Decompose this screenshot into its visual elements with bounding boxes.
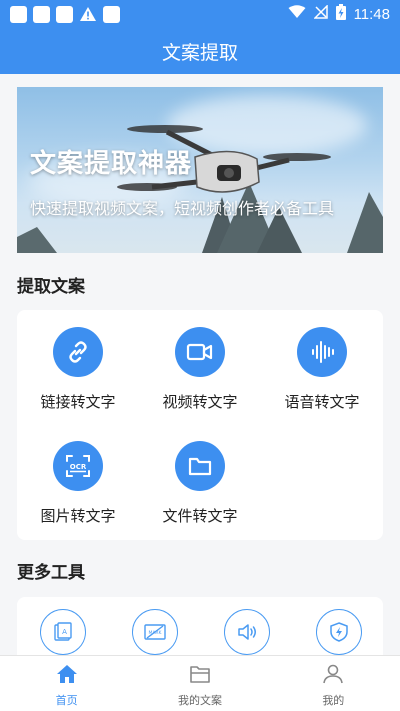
tool-label: 图片转文字 [40,507,116,525]
section-title-extract: 提取文案 [17,277,85,297]
tool-image-to-text[interactable]: OCR 图片转文字 [23,441,133,526]
folder-icon [175,441,225,491]
notification-icon [56,5,73,23]
tab-my-copy[interactable]: 我的文案 [133,656,266,711]
link-icon [53,327,103,377]
svg-text:MARK: MARK [148,630,162,636]
hero-banner[interactable]: 文案提取神器 快速提取视频文案，短视频创作者必备工具 [17,87,383,253]
page-title: 文案提取 [161,41,238,64]
tab-label: 我的文案 [177,694,222,707]
tool-label: 链接转文字 [40,393,116,411]
speaker-icon[interactable] [224,609,270,655]
shield-bolt-icon[interactable] [316,609,362,655]
banner-title: 文案提取神器 [30,149,193,179]
warning-icon [79,6,97,22]
tab-label: 我的 [322,694,345,707]
video-camera-icon [175,327,225,377]
tab-profile[interactable]: 我的 [267,656,400,711]
battery-charging-icon [335,4,346,24]
svg-text:A: A [62,628,67,636]
bottom-tab-bar: 首页 我的文案 我的 [0,655,400,711]
tool-link-to-text[interactable]: 链接转文字 [23,327,133,412]
tool-label: 文件转文字 [162,507,238,525]
wifi-icon [288,5,306,23]
tool-audio-to-text[interactable]: 语音转文字 [267,327,377,412]
extract-tools-card: 链接转文字 视频转文字 语音转文字 OCR 图片转文字 文件转文字 [17,310,383,540]
tool-file-to-text[interactable]: 文件转文字 [145,441,255,526]
user-icon [322,664,344,688]
no-signal-icon [312,4,328,23]
tab-label: 首页 [55,694,78,707]
clock-time: 11:48 [353,5,390,23]
tool-label: 视频转文字 [162,393,238,411]
section-title-more-tools: 更多工具 [17,563,85,583]
ocr-scan-icon: OCR [53,441,103,491]
banner-subtitle: 快速提取视频文案，短视频创作者必备工具 [30,199,335,218]
status-bar: 11:48 [0,0,400,28]
notification-icon [33,5,50,23]
notification-icon [103,5,120,23]
watermark-remove-icon[interactable]: MARK [132,609,178,655]
tool-video-to-text[interactable]: 视频转文字 [145,327,255,412]
notification-icons [10,5,120,23]
folder-tab-icon [189,664,211,688]
tool-label: 语音转文字 [284,393,360,411]
notification-icon [10,5,27,23]
svg-text:OCR: OCR [70,463,87,471]
audio-wave-icon [297,327,347,377]
text-image-icon[interactable]: A [40,609,86,655]
tab-home[interactable]: 首页 [0,656,133,711]
home-icon [56,664,78,688]
app-bar: 文案提取 [0,28,400,74]
